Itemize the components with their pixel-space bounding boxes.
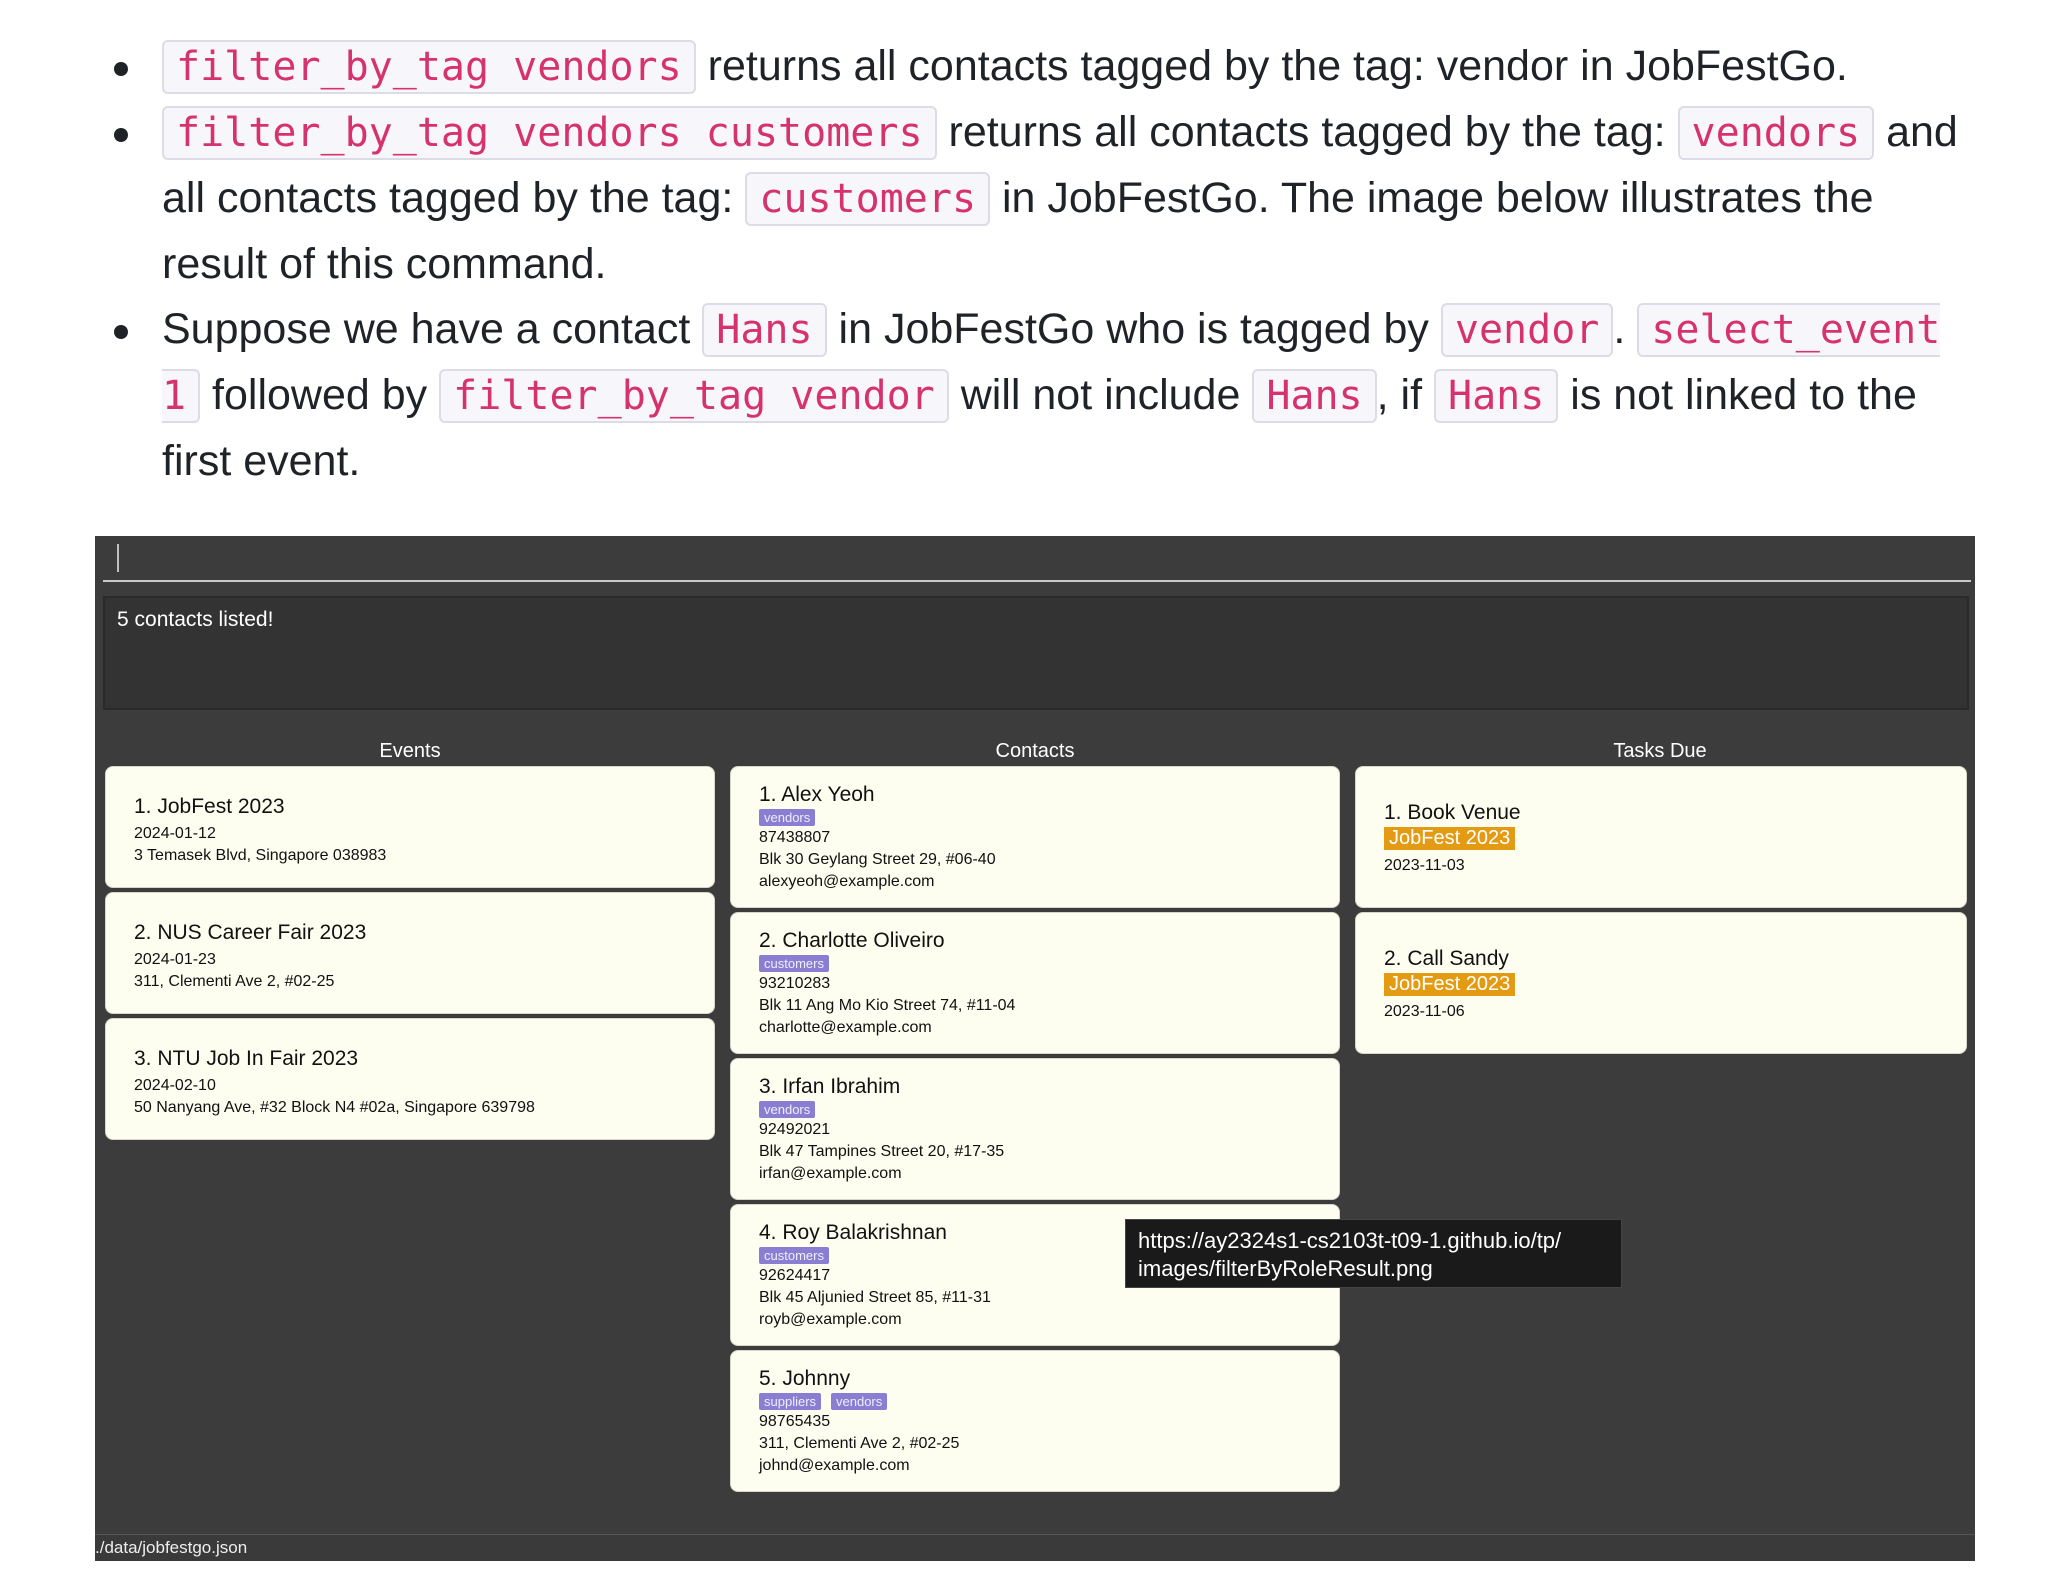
contact-email: charlotte@example.com (759, 1019, 932, 1036)
task-name: 1. Book Venue (1384, 801, 1521, 824)
contact-name: 4. Roy Balakrishnan (759, 1221, 947, 1244)
task-date: 2023-11-03 (1384, 857, 1465, 874)
contact-email: royb@example.com (759, 1311, 902, 1328)
contact-address: Blk 47 Tampines Street 20, #17-35 (759, 1143, 1005, 1160)
contacts-title: Contacts (995, 740, 1075, 762)
bullet-item-2: filter_by_tag vendors customers returns … (110, 100, 1990, 297)
task-date: 2023-11-06 (1384, 1003, 1465, 1020)
bullet-text: followed by (200, 371, 440, 419)
contact-address: 311, Clementi Ave 2, #02-25 (759, 1435, 960, 1452)
status-bar: ./data/jobfestgo.json (95, 1534, 1975, 1561)
contact-card[interactable]: 1. Alex Yeoh vendors 87438807 Blk 30 Gey… (730, 766, 1340, 908)
tasks-title: Tasks Due (1613, 740, 1707, 762)
bullet-text: , if (1376, 371, 1434, 419)
bullet-item-1: filter_by_tag vendors returns all contac… (110, 34, 1990, 100)
inline-code: customers (745, 172, 991, 226)
event-date: 2024-01-12 (134, 825, 216, 842)
command-box[interactable] (95, 536, 1975, 582)
result-display: 5 contacts listed! (103, 596, 1969, 710)
bullet-text: returns all contacts tagged by the tag: (936, 108, 1678, 156)
contact-phone: 93210283 (759, 975, 831, 992)
inline-code: filter_by_tag vendor (439, 369, 949, 423)
contact-name: 2. Charlotte Oliveiro (759, 929, 945, 952)
contact-tag: vendors (831, 1393, 888, 1410)
contact-tag: vendors (759, 809, 816, 826)
contact-phone: 92492021 (759, 1121, 831, 1138)
task-event-tag: JobFest 2023 (1384, 827, 1516, 850)
contact-address: Blk 30 Geylang Street 29, #06-40 (759, 851, 996, 868)
contact-card[interactable]: 3. Irfan Ibrahim vendors 92492021 Blk 47… (730, 1058, 1340, 1200)
contact-name: 3. Irfan Ibrahim (759, 1075, 901, 1098)
event-name: 1. JobFest 2023 (134, 795, 285, 818)
tooltip-line-2: images/filterByRoleResult.png (1138, 1256, 1433, 1281)
inline-code: Hans (1252, 369, 1377, 423)
task-name: 2. Call Sandy (1384, 947, 1509, 970)
task-card[interactable]: 1. Book Venue JobFest 2023 2023-11-03 (1355, 766, 1967, 908)
bullet-text: Suppose we have a contact (162, 305, 703, 353)
contact-email: alexyeoh@example.com (759, 873, 935, 890)
task-card[interactable]: 2. Call Sandy JobFest 2023 2023-11-06 (1355, 912, 1967, 1054)
event-date: 2024-01-23 (134, 951, 216, 968)
inline-code: vendors (1677, 106, 1875, 160)
status-file-path: ./data/jobfestgo.json (95, 1538, 248, 1557)
contact-address: Blk 45 Aljunied Street 85, #11-31 (759, 1289, 991, 1306)
contact-tag: customers (759, 955, 829, 972)
event-card[interactable]: 3. NTU Job In Fair 2023 2024-02-10 50 Na… (105, 1018, 715, 1140)
bullet-text: . (1613, 305, 1638, 353)
event-address: 50 Nanyang Ave, #32 Block N4 #02a, Singa… (134, 1099, 535, 1116)
url-tooltip: https://ay2324s1-cs2103t-t09-1.github.io… (1125, 1219, 1622, 1288)
result-text: 5 contacts listed! (117, 608, 274, 631)
inline-code: Hans (702, 303, 827, 357)
inline-code: vendor (1440, 303, 1614, 357)
event-date: 2024-02-10 (134, 1077, 216, 1094)
bullet-text: in JobFestGo who is tagged by (826, 305, 1441, 353)
contact-phone: 98765435 (759, 1413, 831, 1430)
app-screenshot: 5 contacts listed! Events Contacts Tasks… (95, 536, 1975, 1561)
event-address: 311, Clementi Ave 2, #02-25 (134, 973, 335, 990)
text-cursor (117, 544, 119, 572)
bullet-text: will not include (948, 371, 1253, 419)
bullet-text: returns all contacts tagged by the tag: … (695, 42, 1848, 90)
contact-name: 5. Johnny (759, 1367, 851, 1390)
command-box-underline (103, 580, 1971, 582)
contact-email: irfan@example.com (759, 1165, 902, 1182)
contact-address: Blk 11 Ang Mo Kio Street 74, #11-04 (759, 997, 1016, 1014)
contact-card[interactable]: 5. Johnny suppliers vendors 98765435 311… (730, 1350, 1340, 1492)
tooltip-line-1: https://ay2324s1-cs2103t-t09-1.github.io… (1138, 1228, 1562, 1253)
contact-email: johnd@example.com (759, 1457, 910, 1474)
inline-code: filter_by_tag vendors customers (162, 106, 937, 160)
contact-card[interactable]: 2. Charlotte Oliveiro customers 93210283… (730, 912, 1340, 1054)
event-name: 2. NUS Career Fair 2023 (134, 921, 367, 944)
contact-tag: vendors (759, 1101, 816, 1118)
event-address: 3 Temasek Blvd, Singapore 038983 (134, 847, 387, 864)
contact-tag: suppliers (759, 1393, 822, 1410)
contact-tag: customers (759, 1247, 829, 1264)
contact-name: 1. Alex Yeoh (759, 783, 875, 806)
inline-code: filter_by_tag vendors (162, 40, 696, 94)
contact-phone: 87438807 (759, 829, 831, 846)
bullet-item-3: Suppose we have a contact Hans in JobFes… (110, 297, 1990, 494)
contact-phone: 92624417 (759, 1267, 831, 1284)
event-card[interactable]: 2. NUS Career Fair 2023 2024-01-23 311, … (105, 892, 715, 1014)
event-card[interactable]: 1. JobFest 2023 2024-01-12 3 Temasek Blv… (105, 766, 715, 888)
events-title: Events (379, 740, 441, 762)
inline-code: Hans (1433, 369, 1559, 423)
task-event-tag: JobFest 2023 (1384, 973, 1516, 996)
event-name: 3. NTU Job In Fair 2023 (134, 1047, 359, 1070)
bullet-list: filter_by_tag vendors returns all contac… (110, 34, 1990, 494)
